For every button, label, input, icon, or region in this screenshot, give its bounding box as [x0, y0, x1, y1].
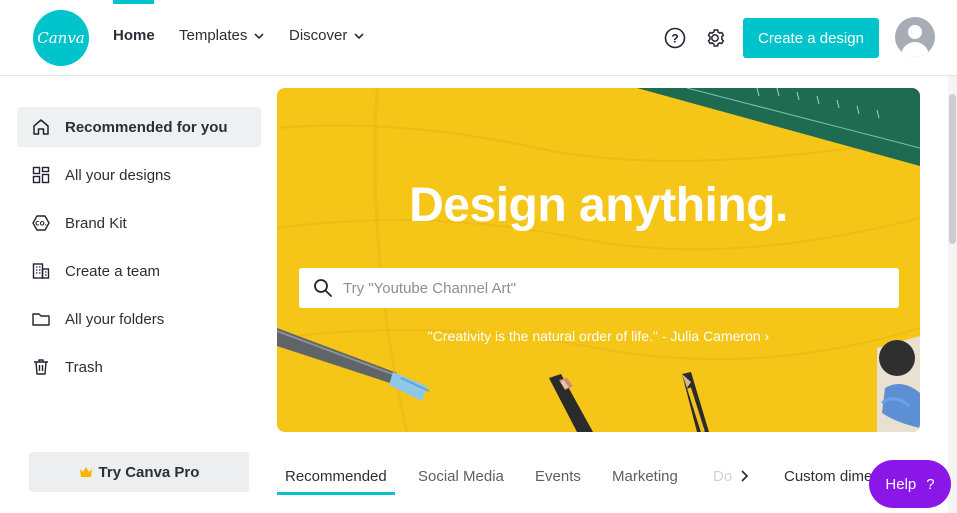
gear-icon[interactable] [703, 26, 727, 50]
create-design-button[interactable]: Create a design [743, 18, 879, 58]
sidebar-item-label: Brand Kit [65, 214, 127, 232]
tab-recommended[interactable]: Recommended [285, 458, 387, 494]
nav-discover[interactable]: Discover [289, 27, 365, 44]
sidebar-item-label: Create a team [65, 262, 161, 280]
avatar[interactable] [895, 17, 935, 57]
svg-text:CO.: CO. [35, 221, 47, 228]
help-button[interactable]: Help ? [869, 460, 951, 508]
help-button-label: Help [885, 475, 917, 493]
svg-text:?: ? [671, 32, 678, 46]
design-search-bar[interactable] [299, 268, 899, 308]
canva-logo[interactable]: Canva [33, 10, 89, 66]
home-icon [33, 119, 49, 135]
sidebar-item-all-designs[interactable]: All your designs [17, 155, 261, 195]
question-mark-icon: ? [926, 475, 935, 493]
sidebar: Recommended for you All your designs CO.… [17, 107, 261, 395]
building-icon [32, 263, 50, 279]
search-input[interactable] [343, 279, 883, 297]
hero-title: Design anything. [409, 179, 788, 232]
hero-quote-link[interactable]: "Creativity is the natural order of life… [277, 328, 920, 344]
sidebar-item-folders[interactable]: All your folders [17, 299, 261, 339]
logo-text: Canva [37, 29, 85, 47]
page-scrollbar[interactable] [948, 76, 957, 513]
sidebar-item-brand-kit[interactable]: CO. Brand Kit [17, 203, 261, 243]
tab-documents-partial[interactable]: Do [713, 458, 732, 494]
sidebar-item-label: All your designs [65, 166, 171, 184]
custom-dimensions-button[interactable]: Custom dime [784, 458, 872, 494]
pro-button-label: Try Canva Pro [98, 463, 200, 481]
folder-icon [32, 313, 50, 326]
nav-home[interactable]: Home [113, 27, 155, 44]
tab-social-media[interactable]: Social Media [418, 458, 504, 494]
search-icon [314, 279, 332, 297]
crown-icon [79, 467, 92, 477]
chevron-right-icon[interactable] [736, 468, 752, 484]
chevron-down-icon [354, 32, 364, 39]
tab-events[interactable]: Events [535, 458, 581, 494]
scrollbar-thumb[interactable] [949, 94, 956, 244]
try-canva-pro-button[interactable]: Try Canva Pro [29, 452, 249, 492]
trash-icon [34, 359, 48, 375]
nav-templates-label: Templates [179, 27, 248, 44]
nav-templates[interactable]: Templates [179, 27, 265, 44]
nav-home-label: Home [113, 27, 155, 44]
brand-kit-icon: CO. [32, 215, 50, 231]
top-navigation: Canva Home Templates Discover ? Create a… [0, 0, 957, 76]
nav-discover-label: Discover [289, 27, 348, 44]
tab-marketing[interactable]: Marketing [612, 458, 678, 494]
sidebar-item-label: Recommended for you [65, 118, 228, 136]
sidebar-item-trash[interactable]: Trash [17, 347, 261, 387]
hero-banner: Design anything. "Creativity is the natu… [277, 88, 920, 432]
sidebar-item-recommended[interactable]: Recommended for you [17, 107, 261, 147]
sidebar-item-label: All your folders [65, 310, 165, 328]
chevron-down-icon [254, 32, 264, 39]
avatar-head [908, 25, 922, 39]
help-circle-icon[interactable]: ? [663, 26, 687, 50]
active-tab-underline [277, 492, 395, 495]
sidebar-item-create-team[interactable]: Create a team [17, 251, 261, 291]
category-tabs: Recommended Social Media Events Marketin… [277, 458, 877, 498]
sidebar-item-label: Trash [65, 358, 103, 376]
active-nav-indicator [113, 0, 154, 4]
hero-background-image [277, 88, 920, 432]
avatar-body [901, 42, 929, 57]
grid-icon [32, 166, 50, 184]
